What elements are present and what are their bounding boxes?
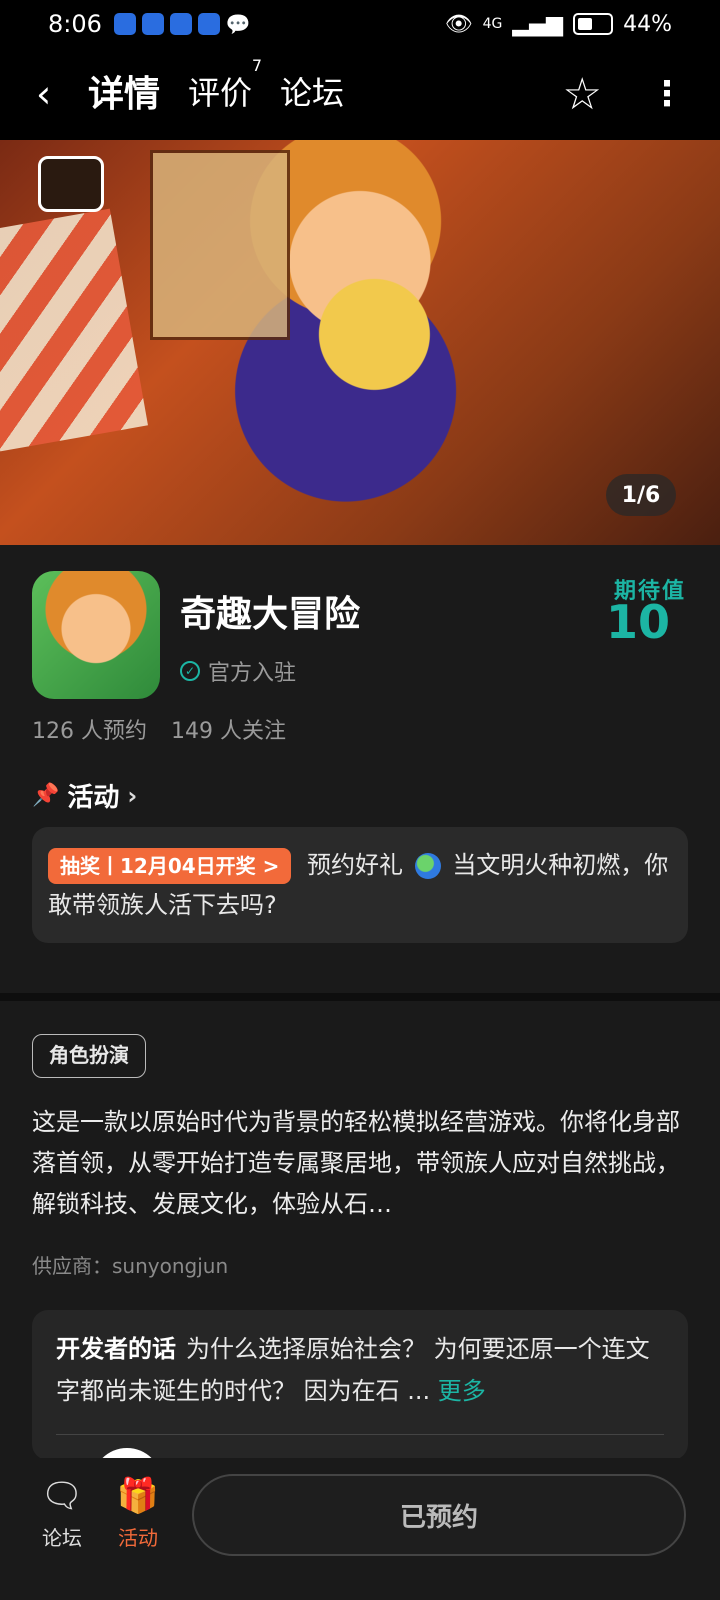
- battery-icon: [573, 13, 614, 35]
- game-title: 奇趣大冒险: [180, 594, 361, 635]
- pin-icon: 📌: [32, 783, 60, 808]
- tab-forum-label: 论坛: [280, 74, 345, 112]
- tab-reviews[interactable]: 评价 7: [188, 56, 262, 120]
- official-label: 官方入驻: [208, 661, 297, 686]
- game-logo: [38, 156, 104, 212]
- favorite-star-icon[interactable]: ☆: [563, 69, 602, 120]
- weather-notification-icon: [169, 13, 192, 35]
- chevron-right-icon: ›: [127, 781, 138, 810]
- notification-icons: 💬: [113, 12, 251, 36]
- banner-flag-art: [0, 208, 148, 452]
- lottery-badge[interactable]: 抽奖丨12月04日开奖 >: [48, 848, 292, 884]
- reservation-count: 126 人预约: [32, 719, 147, 744]
- bottom-activity-button[interactable]: 🎁 活动: [108, 1476, 168, 1551]
- globe-icon: [414, 853, 441, 879]
- game-app-icon: [32, 571, 160, 699]
- bottom-forum-label: 论坛: [42, 1526, 82, 1550]
- bottom-activity-label: 活动: [118, 1526, 158, 1550]
- status-bar: 8:06 💬 👁 4G ▂▄▆ 44%: [0, 0, 720, 48]
- nav-actions: ☆ ⋮: [563, 69, 684, 120]
- chat-notification-icon: 💬: [225, 12, 251, 36]
- banner-poster-art: [150, 150, 290, 340]
- developer-note-card[interactable]: 开发者的话 为什么选择原始社会？ 为何要还原一个连文字都尚未诞生的时代？ 因为在石…: [32, 1310, 688, 1460]
- game-description[interactable]: 这是一款以原始时代为背景的轻松模拟经营游戏。你将化身部落首领，从零开始打造专属聚…: [32, 1102, 692, 1225]
- tab-details-label: 详情: [88, 74, 161, 115]
- verified-check-icon: ✓: [180, 661, 200, 681]
- eye-icon: 👁: [444, 11, 473, 37]
- gift-icon: 🎁: [116, 1476, 160, 1516]
- app-notification-icon: [113, 13, 136, 35]
- follower-count: 149 人关注: [171, 719, 286, 744]
- activity-text-a: 预约好礼: [307, 851, 404, 879]
- battery-level: 44%: [623, 11, 672, 37]
- back-icon[interactable]: ‹: [36, 72, 76, 116]
- developer-note-title: 开发者的话: [56, 1335, 176, 1363]
- bottom-action-bar: 🗨 论坛 🎁 活动 已预约: [0, 1458, 720, 1600]
- status-time: 8:06: [48, 10, 102, 38]
- activity-card[interactable]: 抽奖丨12月04日开奖 > 预约好礼 当文明火种初燃，你敢带领族人活下去吗?: [32, 827, 688, 943]
- official-badge: ✓ 官方入驻: [180, 655, 296, 687]
- more-link[interactable]: 更多: [438, 1377, 486, 1405]
- reserved-button[interactable]: 已预约: [192, 1474, 686, 1556]
- forum-chat-icon: 🗨: [40, 1476, 84, 1516]
- tab-forum[interactable]: 论坛: [280, 68, 344, 120]
- bottom-forum-button[interactable]: 🗨 论坛: [32, 1476, 92, 1551]
- bulb-notification-icon: [197, 13, 220, 35]
- status-right: 👁 4G ▂▄▆ 44%: [445, 12, 672, 37]
- supplier-info: 供应商：sunyongjun: [32, 1254, 229, 1278]
- game-stats: 126 人预约 149 人关注: [32, 713, 286, 745]
- expectation-value: 10: [605, 595, 670, 649]
- more-menu-icon[interactable]: ⋮: [650, 74, 684, 114]
- network-label: 4G: [482, 16, 503, 32]
- activity-heading: 活动: [67, 783, 120, 813]
- reviews-count-badge: 7: [251, 56, 263, 75]
- activity-section-header[interactable]: 📌 活动 ›: [32, 777, 137, 814]
- screenshot-carousel[interactable]: 1/6: [0, 140, 720, 545]
- section-divider: [0, 993, 720, 1001]
- tab-details[interactable]: 详情: [83, 65, 165, 125]
- cloud-notification-icon: [141, 13, 164, 35]
- carousel-counter: 1/6: [606, 474, 676, 516]
- genre-tag[interactable]: 角色扮演: [32, 1034, 146, 1078]
- developer-card-divider: [56, 1434, 664, 1435]
- signal-icon: ▂▄▆: [512, 11, 564, 37]
- top-nav: ‹ 详情 评价 7 论坛 ☆ ⋮: [0, 48, 720, 140]
- tab-reviews-label: 评价: [188, 74, 253, 112]
